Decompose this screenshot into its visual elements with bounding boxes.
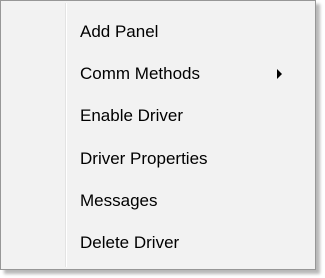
- context-menu: Add Panel Comm Methods Enable Driver Dri…: [0, 0, 316, 270]
- menu-item-label: Delete Driver: [80, 233, 180, 252]
- menu-item-label: Add Panel: [80, 22, 159, 41]
- menu-item-label: Driver Properties: [80, 149, 208, 168]
- chevron-right-icon: [277, 69, 282, 79]
- menu-item-driver-properties[interactable]: Driver Properties: [3, 138, 313, 179]
- menu-item-label: Messages: [80, 191, 158, 210]
- menu-item-add-panel[interactable]: Add Panel: [3, 11, 313, 52]
- menu-item-comm-methods[interactable]: Comm Methods: [3, 53, 313, 94]
- menu-item-enable-driver[interactable]: Enable Driver: [3, 95, 313, 136]
- menu-item-delete-driver[interactable]: Delete Driver: [3, 222, 313, 263]
- menu-item-messages[interactable]: Messages: [3, 180, 313, 221]
- menu-item-label: Enable Driver: [80, 106, 183, 125]
- menu-item-label: Comm Methods: [80, 64, 200, 83]
